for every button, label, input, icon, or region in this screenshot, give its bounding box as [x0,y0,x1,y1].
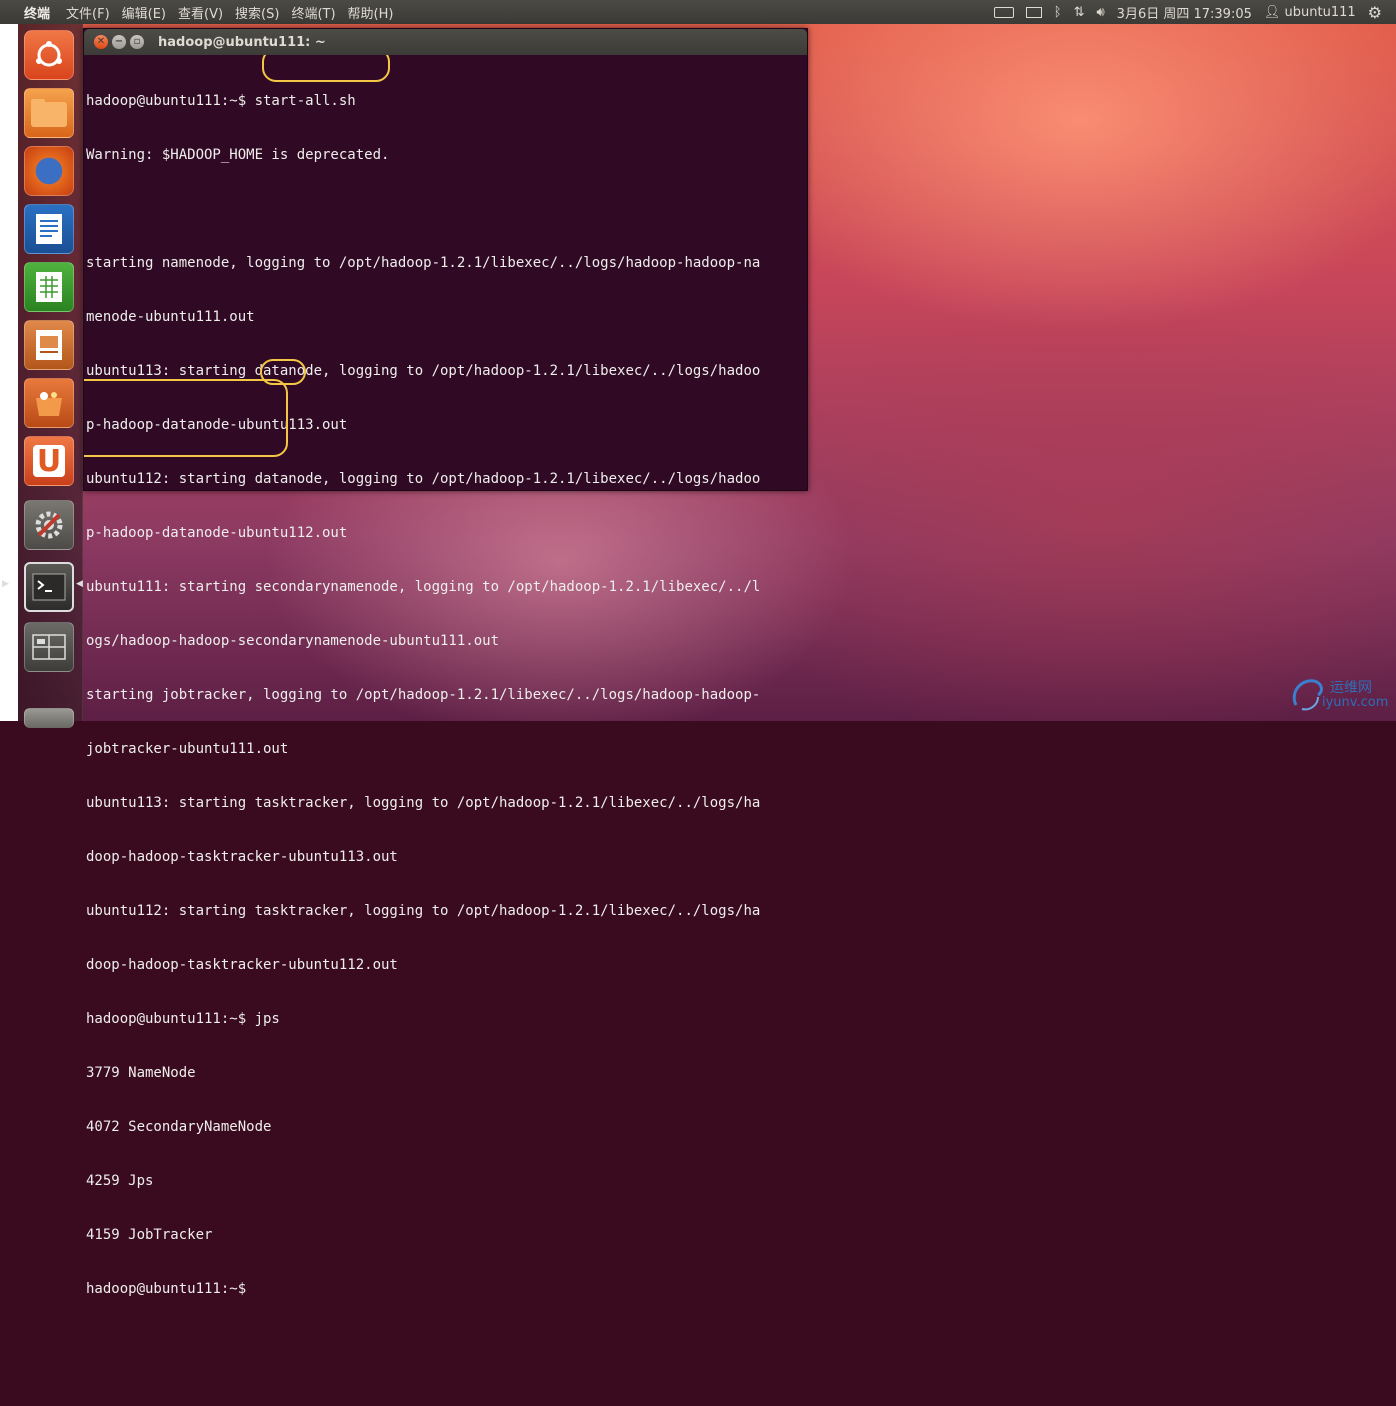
terminal-titlebar[interactable]: ✕ − ▫ hadoop@ubuntu111: ~ [84,29,807,55]
terminal-line: doop-hadoop-tasktracker-ubuntu112.out [86,957,398,973]
firefox-icon[interactable] [24,146,74,196]
terminal-line: hadoop@ubuntu111:~$ start-all.sh [86,93,356,109]
trash-icon[interactable] [24,708,74,728]
ubuntu-dash-icon[interactable] [24,30,74,80]
highlight-jps-output [84,379,288,457]
impress-icon[interactable] [24,320,74,370]
terminal-line: 4259 Jps [86,1173,154,1189]
terminal-line: ubuntu113: starting datanode, logging to… [86,363,761,379]
ubuntu-one-icon[interactable]: U [24,436,74,486]
terminal-line: hadoop@ubuntu111:~$ [86,1281,255,1297]
terminal-line: 4159 JobTracker [86,1227,213,1243]
indicator-area: ᛒ ⇅ 🔊︎ 3月6日 周四 17:39:05 👤︎ ubuntu111 ⚙ [993,3,1396,22]
menu-search[interactable]: 搜索(S) [229,3,285,22]
terminal-window[interactable]: ✕ − ▫ hadoop@ubuntu111: ~ hadoop@ubuntu1… [83,28,808,1297]
terminal-line: ogs/hadoop-hadoop-secondarynamenode-ubun… [86,633,500,649]
terminal-line: menode-ubuntu111.out [86,309,255,325]
terminal-icon[interactable] [24,562,74,612]
ubuntu-one-glyph: U [33,444,65,479]
user-name: ubuntu111 [1284,4,1356,20]
terminal-line: 4072 SecondaryNameNode [86,1119,272,1135]
calc-icon[interactable] [24,262,74,312]
terminal-line: ubuntu112: starting tasktracker, logging… [86,903,761,919]
bluetooth-icon[interactable]: ᛒ [1054,5,1062,20]
terminal-line: starting jobtracker, logging to /opt/had… [86,687,761,703]
watermark-cn: 运维网 [1330,680,1372,696]
terminal-line: ubuntu113: starting tasktracker, logging… [86,795,761,811]
terminal-line: jobtracker-ubuntu111.out [86,741,289,757]
minimize-icon[interactable]: − [112,35,126,49]
user-menu[interactable]: 👤︎ ubuntu111 [1264,5,1356,20]
volume-icon[interactable]: 🔊︎ [1096,5,1104,20]
gear-icon[interactable]: ⚙ [1368,3,1382,22]
network-icon[interactable]: ⇅ [1074,5,1085,20]
watermark: 运维网 iyunv.com [1288,675,1388,715]
menu-file[interactable]: 文件(F) [60,3,116,22]
user-icon: 👤︎ [1263,4,1281,20]
close-icon[interactable]: ✕ [94,35,108,49]
active-arrow-left-icon: ▶ [2,579,9,589]
active-arrow-right-icon: ◀ [76,579,83,589]
maximize-icon[interactable]: ▫ [130,35,144,49]
files-icon[interactable] [24,88,74,138]
workspace-switcher-icon[interactable] [24,622,74,672]
launcher-edge-strip [0,24,18,721]
menu-help[interactable]: 帮助(H) [342,3,400,22]
terminal-line: p-hadoop-datanode-ubuntu112.out [86,525,348,541]
terminal-line: Warning: $HADOOP_HOME is deprecated. [86,147,390,163]
terminal-output[interactable]: hadoop@ubuntu111:~$ start-all.sh Warning… [84,55,807,1406]
terminal-line: doop-hadoop-tasktracker-ubuntu113.out [86,849,398,865]
terminal-line: ubuntu111: starting secondarynamenode, l… [86,579,761,595]
terminal-line: ubuntu112: starting datanode, logging to… [86,471,761,487]
clock[interactable]: 3月6日 周四 17:39:05 [1117,3,1252,22]
app-name: 终端 [24,6,51,22]
mail-icon[interactable] [1025,6,1042,18]
writer-icon[interactable] [24,204,74,254]
software-center-icon[interactable] [24,378,74,428]
terminal-title: hadoop@ubuntu111: ~ [158,34,326,50]
watermark-url: iyunv.com [1322,695,1389,710]
menu-edit[interactable]: 编辑(E) [116,3,172,22]
top-panel: 终端 文件(F) 编辑(E) 查看(V) 搜索(S) 终端(T) 帮助(H) ᛒ… [0,0,1396,24]
menu-view[interactable]: 查看(V) [172,3,229,22]
system-settings-icon[interactable] [24,500,74,550]
launcher: U ▶ ◀ [2,24,83,728]
menu-terminal[interactable]: 终端(T) [285,3,341,22]
terminal-line: 3779 NameNode [86,1065,196,1081]
highlight-start-all [262,55,390,82]
terminal-line: starting namenode, logging to /opt/hadoo… [86,255,761,271]
keyboard-icon[interactable] [993,6,1014,18]
terminal-line: hadoop@ubuntu111:~$ jps [86,1011,280,1027]
